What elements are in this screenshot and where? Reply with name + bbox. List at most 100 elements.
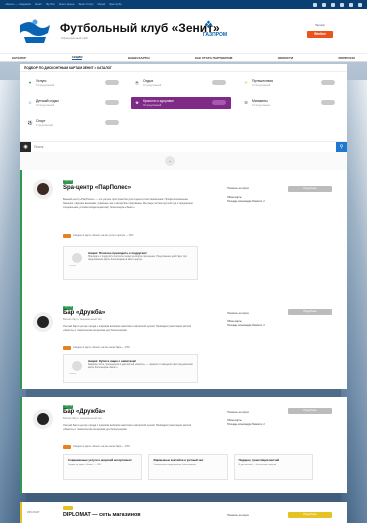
- category-item[interactable]: ❀ Красота и здоровье 36 предложений: [131, 97, 231, 109]
- category-toggle[interactable]: [105, 120, 119, 125]
- sponsor-logo[interactable]: Партнёр Winline: [307, 24, 333, 40]
- feature-text: Специальное предложение болельщикам: [153, 463, 196, 466]
- vk-icon[interactable]: [313, 2, 317, 7]
- category-toggle[interactable]: [105, 100, 119, 105]
- nav-item[interactable]: НАШИ КАРТЫ: [128, 56, 150, 60]
- partner-tag: [63, 506, 73, 510]
- sport-icon: ⚽: [27, 120, 33, 125]
- offer-box: логотип Акция: Полезно приходить к подру…: [63, 246, 198, 280]
- top-link[interactable]: Зенит-Спорт: [78, 3, 93, 6]
- card-exchange: Обмен карты: [227, 196, 242, 199]
- travel-icon: ✈: [244, 80, 248, 85]
- discount-text: Скидка по карте «Зенит» на все услуги це…: [73, 234, 134, 237]
- rest-icon: ☕: [134, 80, 140, 85]
- main-nav: КАТАЛОГ АКЦИИ НАШИ КАРТЫ КАК СТАТЬ ПАРТНЕРО…: [0, 53, 367, 62]
- search-row: ◉ ⚲: [20, 141, 347, 152]
- category-item[interactable]: ⚽ Спорт 9 предложений: [24, 117, 124, 129]
- discount-text: Скидка по карте «Зенит» на все меню бара…: [73, 346, 130, 349]
- partner-logo[interactable]: [33, 179, 53, 199]
- feature-head: Подарок, трансляции матчей: [238, 458, 280, 462]
- location-pin-icon[interactable]: ◉: [20, 142, 31, 152]
- partner-card-diplomat: DIPLOMAT DIPLOMAT — сеть магазинов Показ…: [20, 502, 347, 523]
- offer-title[interactable]: Акция: Купите ящик с напитком!: [88, 359, 136, 363]
- nav-item[interactable]: КАК СТАТЬ ПАРТНЕРОМ: [195, 56, 232, 60]
- nav-item[interactable]: НОВОСТИ: [278, 56, 293, 60]
- category-toggle[interactable]: [321, 80, 335, 85]
- discount-text: Скидка по карте «Зенит» на все меню бара…: [73, 445, 130, 448]
- show-on-map-link[interactable]: Показать на карте: [227, 514, 249, 517]
- partner-tag: Партнёр: [63, 405, 73, 409]
- card-subtitle: Бизнес-бар и танцевальный зал: [63, 417, 102, 420]
- show-on-map-link[interactable]: Показать на карте: [227, 411, 249, 414]
- nav-item[interactable]: КАТАЛОГ: [12, 56, 26, 60]
- top-links: «Зенит» — Академия Зенит Футбол Зенит-Арена…: [5, 3, 313, 6]
- feature-text: В дни матчей — бесплатные закуски: [238, 463, 277, 466]
- category-toggle[interactable]: [212, 80, 226, 85]
- partner-logo[interactable]: [33, 312, 53, 332]
- youtube-icon[interactable]: [340, 2, 344, 7]
- gazprom-logo[interactable]: ❖ ГАЗПРОМ: [193, 21, 237, 43]
- details-button[interactable]: Подробнее: [288, 309, 332, 315]
- top-link[interactable]: Зенит-Арена: [59, 3, 74, 6]
- partner-logo[interactable]: [33, 409, 53, 429]
- feature-column: Современные услуги и широкий ассортимент…: [63, 454, 143, 480]
- zenit-logo[interactable]: [18, 17, 52, 45]
- card-title[interactable]: Бар «Дружба»: [63, 310, 105, 316]
- kids-icon: ☺: [27, 100, 33, 105]
- top-link[interactable]: Футбол: [46, 3, 55, 6]
- feature-head: Фирменные коктейли и уютный зал: [153, 458, 204, 462]
- category-item[interactable]: ☕ Отдых 10 предложений: [131, 77, 231, 89]
- chevron-down-icon[interactable]: ⌄: [165, 156, 175, 166]
- top-link[interactable]: Зенит: [35, 3, 42, 6]
- top-bar: «Зенит» — Академия Зенит Футбол Зенит-Арена…: [0, 0, 367, 9]
- telegram-icon[interactable]: [322, 2, 326, 7]
- details-button[interactable]: Подробнее: [288, 186, 332, 192]
- top-icons: [313, 2, 362, 7]
- category-item[interactable]: ♥ Услуги 19 предложений: [24, 77, 124, 89]
- offer-logo: [72, 361, 82, 371]
- offer-box: логотип Акция: Купите ящик с напитком! К…: [63, 354, 198, 383]
- card-title[interactable]: Spa-центр «ПарПолес»: [63, 185, 131, 191]
- details-button[interactable]: Подробнее: [288, 408, 332, 414]
- search-button[interactable]: ⚲: [336, 142, 347, 152]
- ok-icon[interactable]: [331, 2, 335, 7]
- nav-item[interactable]: ВОПРОСЫ: [339, 56, 355, 60]
- card-exchange: Обмен карты: [227, 320, 242, 323]
- offer-title[interactable]: Акция: Полезно приходить к подругам!: [88, 251, 147, 255]
- card-exchange: Обмен карты: [227, 419, 242, 422]
- show-on-map-link[interactable]: Показать на карте: [227, 312, 249, 315]
- offer-logo-label: логотип: [69, 373, 77, 375]
- category-item[interactable]: ✈ Путешествия 12 предложений: [240, 77, 340, 89]
- category-item[interactable]: ☺ Детский отдых 18 предложений: [24, 97, 124, 109]
- card-title[interactable]: DIPLOMAT — сеть магазинов: [63, 512, 141, 518]
- category-toggle[interactable]: [212, 100, 226, 105]
- show-on-map-link[interactable]: Показать на карте: [227, 187, 249, 190]
- card-title[interactable]: Бар «Дружба»: [63, 409, 105, 415]
- feature-column: Подарок, трансляции матчей В дни матчей …: [233, 454, 313, 480]
- cart-icon[interactable]: [358, 2, 362, 7]
- flame-icon: ❖: [204, 20, 213, 31]
- feature-text: Скидка по карте «Зенит» — 10%: [68, 463, 102, 466]
- nav-item[interactable]: АКЦИИ: [71, 55, 83, 60]
- search-input[interactable]: [34, 143, 334, 151]
- user-icon[interactable]: [349, 2, 353, 7]
- top-link[interactable]: Музей: [98, 3, 106, 6]
- partner-card: Партнёр Бар «Дружба» Бизнес-бар и танцев…: [20, 397, 347, 493]
- breadcrumb[interactable]: ПОДБОР ПО ДИСКОНТНЫМ КАРТАМ ЗЕНИТ > КАТА…: [20, 64, 347, 71]
- card-description: Банный центр «ПарПолес» — это уютное про…: [63, 198, 193, 209]
- category-toggle[interactable]: [105, 80, 119, 85]
- feature-columns: Современные услуги и широкий ассортимент…: [63, 454, 313, 480]
- category-panel: ♥ Услуги 19 предложений ☕ Отдых 10 предложени…: [20, 71, 347, 141]
- diplomat-logo[interactable]: DIPLOMAT: [27, 511, 40, 514]
- category-toggle[interactable]: [321, 100, 335, 105]
- category-item[interactable]: ☰ Магазины 21 предложение: [240, 97, 340, 109]
- details-button[interactable]: Подробнее: [288, 512, 332, 518]
- partner-tag: Партнёр: [63, 180, 73, 184]
- top-link[interactable]: Эра клуба: [109, 3, 121, 6]
- top-link[interactable]: «Зенит» — Академия: [5, 3, 31, 6]
- partner-tag: Партнёр: [63, 306, 73, 310]
- offer-logo-label: логотип: [69, 265, 77, 267]
- partner-card: Партнёр Бар «Дружба» Бизнес-бар и танцев…: [20, 298, 347, 389]
- card-description: Уютный бар в центре города с широким выб…: [63, 325, 192, 332]
- beauty-icon: ❀: [135, 100, 139, 105]
